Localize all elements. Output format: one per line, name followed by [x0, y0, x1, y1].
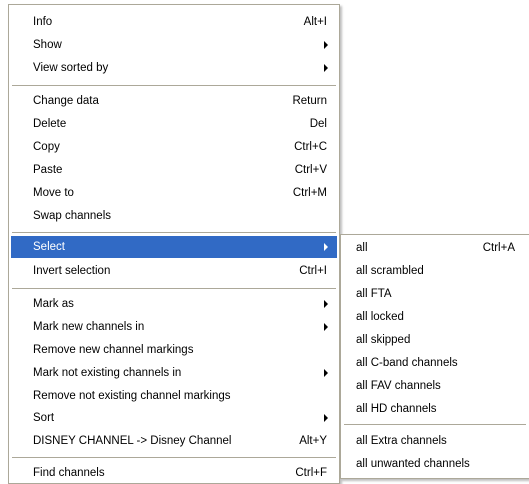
submenu-arrow-icon: [324, 414, 328, 422]
submenu-arrow-icon: [324, 323, 328, 331]
menu-item-label: Sort: [33, 412, 55, 424]
menu-item-label: all FAV channels: [356, 380, 441, 392]
submenu-item-all[interactable]: all Ctrl+A: [343, 237, 527, 259]
menu-item-sort[interactable]: Sort: [11, 407, 337, 429]
menu-item-label: Move to: [33, 187, 74, 199]
submenu-item-all-hd-channels[interactable]: all HD channels: [343, 398, 527, 420]
submenu-arrow-icon: [324, 64, 328, 72]
select-submenu: all Ctrl+A all scrambled all FTA all loc…: [340, 234, 529, 479]
menu-item-shortcut: Ctrl+A: [482, 242, 515, 254]
submenu-item-all-extra-channels[interactable]: all Extra channels: [343, 430, 527, 452]
menu-item-label: Remove new channel markings: [33, 344, 194, 356]
menu-item-label: DISNEY CHANNEL -> Disney Channel: [33, 435, 232, 447]
menu-item-change-data[interactable]: Change data Return: [11, 90, 337, 112]
menu-item-find-channels[interactable]: Find channels Ctrl+F: [11, 462, 337, 484]
menu-separator: [12, 288, 336, 289]
menu-item-label: all FTA: [356, 288, 392, 300]
menu-item-label: Select: [33, 241, 65, 253]
menu-item-swap-channels[interactable]: Swap channels: [11, 205, 337, 227]
menu-separator: [12, 232, 336, 233]
submenu-arrow-icon: [324, 369, 328, 377]
menu-item-shortcut: Ctrl+I: [299, 265, 327, 277]
menu-item-label: Find channels: [33, 467, 105, 479]
menu-item-label: all HD channels: [356, 403, 437, 415]
menu-item-label: all skipped: [356, 334, 411, 346]
submenu-item-all-scrambled[interactable]: all scrambled: [343, 260, 527, 282]
menu-item-select[interactable]: Select: [11, 236, 337, 258]
menu-item-label: Mark as: [33, 298, 74, 310]
menu-item-label: Change data: [33, 95, 99, 107]
menu-item-label: Swap channels: [33, 210, 111, 222]
menu-item-mark-new-channels-in[interactable]: Mark new channels in: [11, 316, 337, 338]
menu-item-remove-new-channel-markings[interactable]: Remove new channel markings: [11, 339, 337, 361]
menu-item-label: Delete: [33, 118, 67, 130]
menu-separator: [12, 457, 336, 458]
menu-item-label: all Extra channels: [356, 435, 447, 447]
submenu-item-all-c-band-channels[interactable]: all C-band channels: [343, 352, 527, 374]
menu-item-shortcut: Ctrl+F: [295, 467, 327, 479]
menu-item-label: Copy: [33, 141, 60, 153]
menu-item-shortcut: Del: [309, 118, 327, 130]
submenu-item-all-locked[interactable]: all locked: [343, 306, 527, 328]
menu-item-invert-selection[interactable]: Invert selection Ctrl+I: [11, 260, 337, 282]
menu-item-label: Mark new channels in: [33, 321, 145, 333]
menu-item-mark-as[interactable]: Mark as: [11, 293, 337, 315]
menu-item-copy[interactable]: Copy Ctrl+C: [11, 136, 337, 158]
menu-separator: [344, 424, 526, 425]
menu-item-shortcut: Return: [292, 95, 327, 107]
submenu-arrow-icon: [324, 41, 328, 49]
menu-item-label: all unwanted channels: [356, 458, 470, 470]
menu-item-shortcut: Alt+Y: [299, 435, 327, 447]
menu-item-label: Paste: [33, 164, 63, 176]
menu-item-label: all scrambled: [356, 265, 424, 277]
menu-item-label: Info: [33, 16, 53, 28]
submenu-arrow-icon: [324, 300, 328, 308]
menu-item-shortcut: Ctrl+C: [294, 141, 327, 153]
menu-item-show[interactable]: Show: [11, 34, 337, 56]
menu-item-move-to[interactable]: Move to Ctrl+M: [11, 182, 337, 204]
submenu-item-all-unwanted-channels[interactable]: all unwanted channels: [343, 453, 527, 475]
submenu-item-all-fta[interactable]: all FTA: [343, 283, 527, 305]
menu-item-label: all C-band channels: [356, 357, 458, 369]
menu-item-view-sorted-by[interactable]: View sorted by: [11, 57, 337, 79]
menu-item-label: Remove not existing channel markings: [33, 390, 231, 402]
menu-item-info[interactable]: Info Alt+I: [11, 11, 337, 33]
menu-item-shortcut: Ctrl+V: [294, 164, 327, 176]
menu-item-label: Invert selection: [33, 265, 111, 277]
menu-item-delete[interactable]: Delete Del: [11, 113, 337, 135]
menu-item-label: Mark not existing channels in: [33, 367, 182, 379]
submenu-item-all-fav-channels[interactable]: all FAV channels: [343, 375, 527, 397]
menu-separator: [12, 85, 336, 86]
menu-item-label: all locked: [356, 311, 404, 323]
menu-item-rename-disney-channel[interactable]: DISNEY CHANNEL -> Disney Channel Alt+Y: [11, 430, 337, 452]
menu-item-shortcut: Alt+I: [303, 16, 327, 28]
context-menu: Info Alt+I Show View sorted by Change da…: [8, 4, 340, 484]
menu-item-label: Show: [33, 39, 62, 51]
menu-item-mark-not-existing-channels-in[interactable]: Mark not existing channels in: [11, 362, 337, 384]
submenu-arrow-icon: [324, 243, 328, 251]
submenu-item-all-skipped[interactable]: all skipped: [343, 329, 527, 351]
menu-item-shortcut: Ctrl+M: [292, 187, 327, 199]
menu-item-label: View sorted by: [33, 62, 109, 74]
menu-item-paste[interactable]: Paste Ctrl+V: [11, 159, 337, 181]
menu-item-remove-not-existing-channel-markings[interactable]: Remove not existing channel markings: [11, 385, 337, 407]
